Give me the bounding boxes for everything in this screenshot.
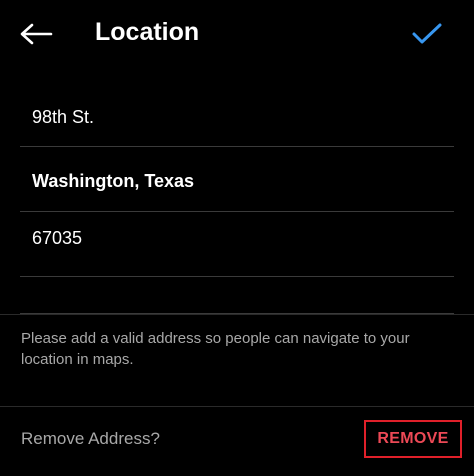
back-button[interactable]: [14, 14, 58, 54]
street-field[interactable]: 98th St.: [20, 84, 454, 147]
remove-address-label: Remove Address?: [21, 429, 160, 448]
arrow-left-icon: [20, 23, 53, 45]
section-divider: [0, 314, 474, 315]
remove-button-label: REMOVE: [377, 430, 449, 447]
checkmark-icon: [412, 23, 442, 44]
top-bar: Location: [0, 0, 474, 66]
confirm-button[interactable]: [404, 14, 450, 54]
zip-value: 67035: [32, 228, 83, 248]
city-state-value: Washington, Texas: [32, 171, 195, 191]
extra-address-field[interactable]: [20, 277, 454, 314]
remove-button[interactable]: REMOVE: [364, 420, 462, 458]
section-divider: [0, 406, 474, 407]
street-value: 98th St.: [32, 107, 95, 127]
city-state-field[interactable]: Washington, Texas: [20, 147, 454, 212]
zip-field[interactable]: 67035: [20, 212, 454, 277]
page-title: Location: [95, 18, 200, 46]
helper-text: Please add a valid address so people can…: [21, 330, 410, 368]
